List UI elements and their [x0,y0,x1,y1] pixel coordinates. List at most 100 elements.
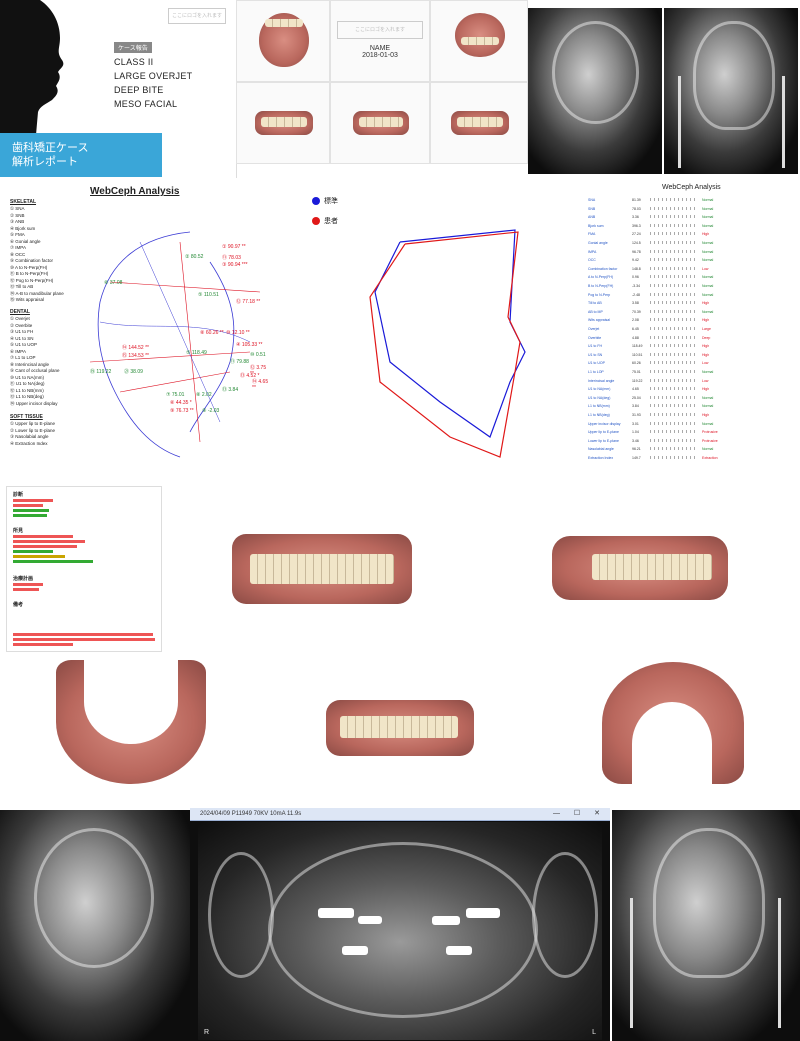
table-cell-bar [650,352,698,356]
table-cell-value: 3.46 [632,438,639,443]
ceph-measure-label: ⑥ 44.35 * [170,400,192,406]
table-row: IMPA 96.78 Normal [588,249,788,254]
table-cell-name: SNB [588,206,596,211]
table-cell-comment: Normal [702,241,714,245]
table-cell-bar [650,292,698,296]
skeletal-item: ⑭ A-B to mandibular plane [10,290,64,296]
table-cell-name: A to N-Perp(FH) [588,275,614,280]
table-cell-bar [650,335,698,339]
frontal-ceph-xray-large[interactable] [612,810,800,1041]
table-cell-comment: Normal [702,284,714,288]
table-cell-bar [650,404,698,408]
diagnosis-item: LARGE OVERJET [114,71,193,81]
lateral-ceph-xray[interactable] [528,8,662,174]
table-cell-value: 1.04 [632,430,639,435]
table-cell-bar [650,266,698,270]
table-cell-name: Interincisal angle [588,378,615,383]
table-cell-comment: Normal [702,258,714,263]
table-row: U1 to SN 110.51 High [588,352,788,357]
table-cell-value: 96.21 [632,447,641,452]
frontal-ceph-xray[interactable] [664,8,798,174]
table-cell-name: Upper lip to E-plane [588,430,619,435]
table-row: Till to AB 3.58 High [588,301,788,305]
skeletal-item: ① SNA [10,206,25,211]
table-cell-value: 3.36 [632,215,639,220]
table-row: Nasolabial angle 96.21 Normal [588,447,788,451]
table-cell-value: 396.3 [632,223,641,228]
table-cell-value: 124.5 [632,241,641,245]
dental-item: ⑫ L1 to NB(mm) [10,387,44,393]
legend-dot-icon [312,217,320,225]
table-cell-name: U1 to SN [588,352,603,357]
ceph-measure-label: ⑨ 76.73 ** [170,408,194,414]
window-titlebar[interactable]: 2024/04/09 P11949 70KV 10mA 11.9s — ☐ ✕ [190,808,610,821]
scan-upper-arch[interactable] [598,658,748,786]
table-cell-value: 78.03 [632,206,641,211]
dental-item: ⑤ U1 to UOP [10,342,38,347]
webceph-tracing-panel: WebCeph Analysis SKELETAL ① SNA ② SNB ③ AN… [0,182,270,464]
table-cell-bar [650,387,698,391]
table-cell-comment: High [702,413,710,417]
table-cell-name: Extraction Index [588,456,614,460]
ceph-measure-label: ⑮ 134.53 ** [122,353,149,359]
table-cell-name: ANB [588,215,596,220]
scan-left-view[interactable] [552,530,732,610]
table-title: WebCeph Analysis [662,184,721,191]
table-cell-name: Lower lip to E-plane [588,438,619,443]
table-row: SNB 78.03 Normal [588,206,788,211]
ceph-measure-label: ⑤ 110.51 [198,292,219,298]
table-cell-comment: High [702,318,710,323]
table-cell-value: 149.7 [632,456,641,460]
ceph-measure-label: ⑨ -2.03 [202,408,220,414]
photo-right-occlusion[interactable] [236,82,330,164]
lateral-ceph-xray-large[interactable] [0,810,190,1041]
report-section-title: 備考 [13,602,24,608]
table-cell-bar [650,275,698,279]
table-cell-name: U1 to UOP [588,361,605,366]
table-row: Upper incisor display 3.01 Normal [588,421,788,426]
photo-left-occlusion[interactable] [430,82,528,164]
scan-front-view[interactable] [232,528,412,608]
skeletal-item: ⑤ FMA [10,232,25,237]
window-controls[interactable]: — ☐ ✕ [553,808,606,820]
table-row: Wits appraisal 2.08 High [588,318,788,322]
table-cell-value: 75.01 [632,370,641,374]
cover-page: ここにロゴを入れます ケース報告 CLASS II LARGE OVERJET … [0,0,237,178]
panoramic-xray-window[interactable]: 2024/04/09 P11949 70KV 10mA 11.9s — ☐ ✕ … [190,808,610,1041]
table-cell-name: Wits appraisal [588,318,610,323]
photo-lower-arch[interactable] [430,0,528,82]
scan-lower-arch[interactable] [50,660,210,786]
table-cell-comment: Normal [702,223,714,228]
table-cell-bar [650,438,698,442]
diagnosis-item: MESO FACIAL [114,99,178,109]
diagnosis-item: CLASS II [114,57,154,67]
table-cell-name: U1 to NA(deg) [588,395,611,400]
table-row: Lower lip to E-plane 3.46 Protrusive [588,438,788,443]
table-cell-name: SNA [588,198,596,202]
skeletal-item: ③ ANB [10,219,25,224]
table-cell-comment: Normal [702,447,714,452]
table-cell-bar [650,413,698,416]
photo-upper-arch[interactable] [236,0,330,82]
table-cell-name: Bjork sum [588,223,604,228]
table-cell-bar [650,215,698,219]
scan-right-view[interactable] [326,696,476,760]
table-cell-comment: Normal [702,309,714,314]
photo-front-occlusion[interactable] [330,82,430,164]
table-cell-name: L1 to NB(deg) [588,413,610,417]
report-date: 2018-01-03 [362,52,398,59]
table-cell-comment: Normal [702,421,714,426]
table-cell-comment: High [702,387,710,392]
skeletal-item: ② SNB [10,212,25,218]
ceph-measure-label: ⑭ 144.52 ** [122,345,149,351]
legend-label: 標準 [324,198,338,205]
ceph-measure-label: ⑧ 60.26 ** [200,330,224,336]
ceph-measure-label: ⑩ 0.51 [250,352,266,358]
patient-name: NAME [369,45,391,52]
ceph-measure-label: ② 80.52 [185,254,204,260]
soft-tissue-header: SOFT TISSUE [10,414,43,420]
table-cell-value: 148.8 [632,266,641,271]
legend-item-standard: 標準 [312,196,338,206]
table-cell-name: Till to AB [588,301,602,306]
table-cell-comment: Normal [702,206,714,211]
